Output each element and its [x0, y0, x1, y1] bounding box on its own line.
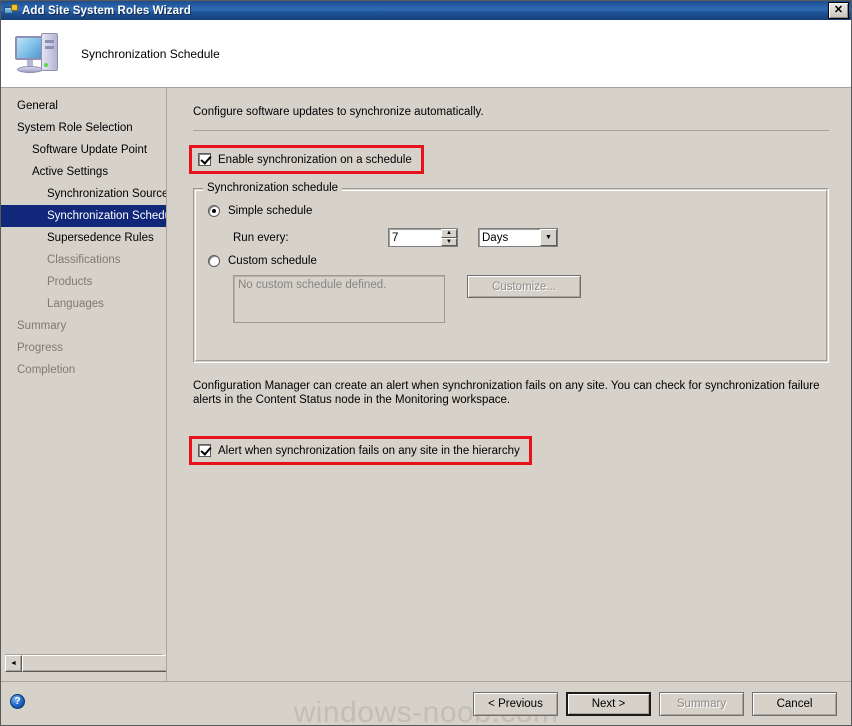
custom-schedule-radio[interactable]: [208, 255, 220, 267]
simple-schedule-row[interactable]: Simple schedule: [208, 205, 814, 217]
alert-description: Configuration Manager can create an aler…: [193, 380, 820, 406]
run-every-input[interactable]: [389, 229, 441, 246]
sidebar-item-languages: Languages: [47, 298, 104, 310]
synchronization-schedule-group: Synchronization schedule Simple schedule…: [193, 182, 829, 363]
customize-button: Customize...: [467, 275, 581, 298]
sidebar-item-synchronization-source[interactable]: Synchronization Source: [1, 183, 166, 205]
previous-button[interactable]: < Previous: [473, 691, 558, 716]
sidebar-item-completion: Completion: [17, 364, 76, 376]
sidebar-item-summary: Summary: [17, 320, 67, 332]
wizard-header: Synchronization Schedule: [1, 20, 851, 88]
enable-sync-checkbox-row[interactable]: Enable synchronization on a schedule: [198, 153, 412, 166]
intro-text: Configure software updates to synchroniz…: [193, 106, 484, 118]
sidebar-item-active-settings[interactable]: Active Settings: [1, 161, 166, 183]
enable-sync-label: Enable synchronization on a schedule: [218, 153, 412, 166]
page-title: Synchronization Schedule: [81, 46, 220, 61]
computer-icon: [13, 31, 65, 77]
sidebar-horizontal-scrollbar[interactable]: ◄ ►: [5, 654, 166, 676]
custom-schedule-row[interactable]: Custom schedule: [208, 255, 814, 267]
simple-schedule-radio[interactable]: [208, 205, 220, 217]
sidebar-item-general[interactable]: General: [1, 95, 166, 117]
custom-schedule-label: Custom schedule: [228, 255, 317, 267]
group-content: Simple schedule Run every: ▲ ▼ Days: [208, 205, 814, 323]
run-every-stepper[interactable]: ▲ ▼: [388, 228, 458, 247]
footer-bar: ? windows-noob.com < Previous Next > Sum…: [1, 681, 851, 726]
sidebar-item-software-update-point[interactable]: Software Update Point: [1, 139, 166, 161]
summary-button: Summary: [659, 691, 744, 716]
chevron-down-icon[interactable]: ▼: [540, 229, 557, 246]
enable-sync-checkbox[interactable]: [198, 153, 211, 166]
scroll-left-icon[interactable]: ◄: [5, 655, 22, 672]
sidebar-item-progress: Progress: [17, 342, 64, 354]
alert-checkbox-highlight: Alert when synchronization fails on any …: [189, 436, 532, 465]
stepper-up-icon[interactable]: ▲: [441, 229, 457, 238]
wizard-icon: [4, 3, 18, 18]
sidebar-item-products: Products: [47, 276, 93, 288]
wizard-steps-sidebar: General System Role Selection Software U…: [1, 88, 167, 681]
custom-schedule-controls: No custom schedule defined. Customize...: [233, 275, 814, 323]
window-title: Add Site System Roles Wizard: [22, 4, 191, 17]
scrollbar-track[interactable]: [22, 655, 166, 672]
stepper-down-icon[interactable]: ▼: [441, 237, 457, 246]
scrollbar-thumb[interactable]: [22, 655, 166, 672]
sidebar-item-synchronization-schedule[interactable]: Synchronization Schedule: [1, 205, 166, 227]
footer-buttons: < Previous Next > Summary Cancel: [473, 691, 837, 716]
custom-schedule-display: No custom schedule defined.: [233, 275, 445, 323]
cancel-button[interactable]: Cancel: [752, 691, 837, 716]
run-every-unit-value: Days: [482, 231, 509, 244]
run-every-row: Run every: ▲ ▼ Days ▼: [233, 228, 814, 247]
group-title: Synchronization schedule: [203, 182, 343, 194]
sidebar-item-supersedence-rules[interactable]: Supersedence Rules: [1, 227, 166, 249]
alert-checkbox-wrap: Alert when synchronization fails on any …: [189, 436, 829, 465]
run-every-label: Run every:: [233, 231, 289, 244]
alert-checkbox-label: Alert when synchronization fails on any …: [218, 444, 520, 457]
simple-schedule-label: Simple schedule: [228, 205, 313, 217]
divider: [193, 130, 829, 131]
content-pane: Configure software updates to synchroniz…: [167, 88, 851, 681]
title-bar: Add Site System Roles Wizard ✕: [1, 1, 851, 20]
stepper-buttons[interactable]: ▲ ▼: [441, 229, 457, 246]
alert-checkbox-row[interactable]: Alert when synchronization fails on any …: [198, 444, 520, 457]
step-list: General System Role Selection Software U…: [1, 88, 166, 654]
next-button[interactable]: Next >: [566, 691, 651, 716]
sidebar-item-system-role-selection[interactable]: System Role Selection: [1, 117, 166, 139]
alert-checkbox[interactable]: [198, 444, 211, 457]
help-icon[interactable]: ?: [10, 694, 25, 709]
wizard-body: General System Role Selection Software U…: [1, 88, 851, 681]
run-every-unit-select[interactable]: Days ▼: [478, 228, 558, 247]
sidebar-item-classifications: Classifications: [47, 254, 121, 266]
enable-sync-highlight: Enable synchronization on a schedule: [189, 145, 424, 174]
close-icon[interactable]: ✕: [828, 2, 849, 19]
wizard-window: Add Site System Roles Wizard ✕ Synchroni…: [0, 0, 852, 726]
